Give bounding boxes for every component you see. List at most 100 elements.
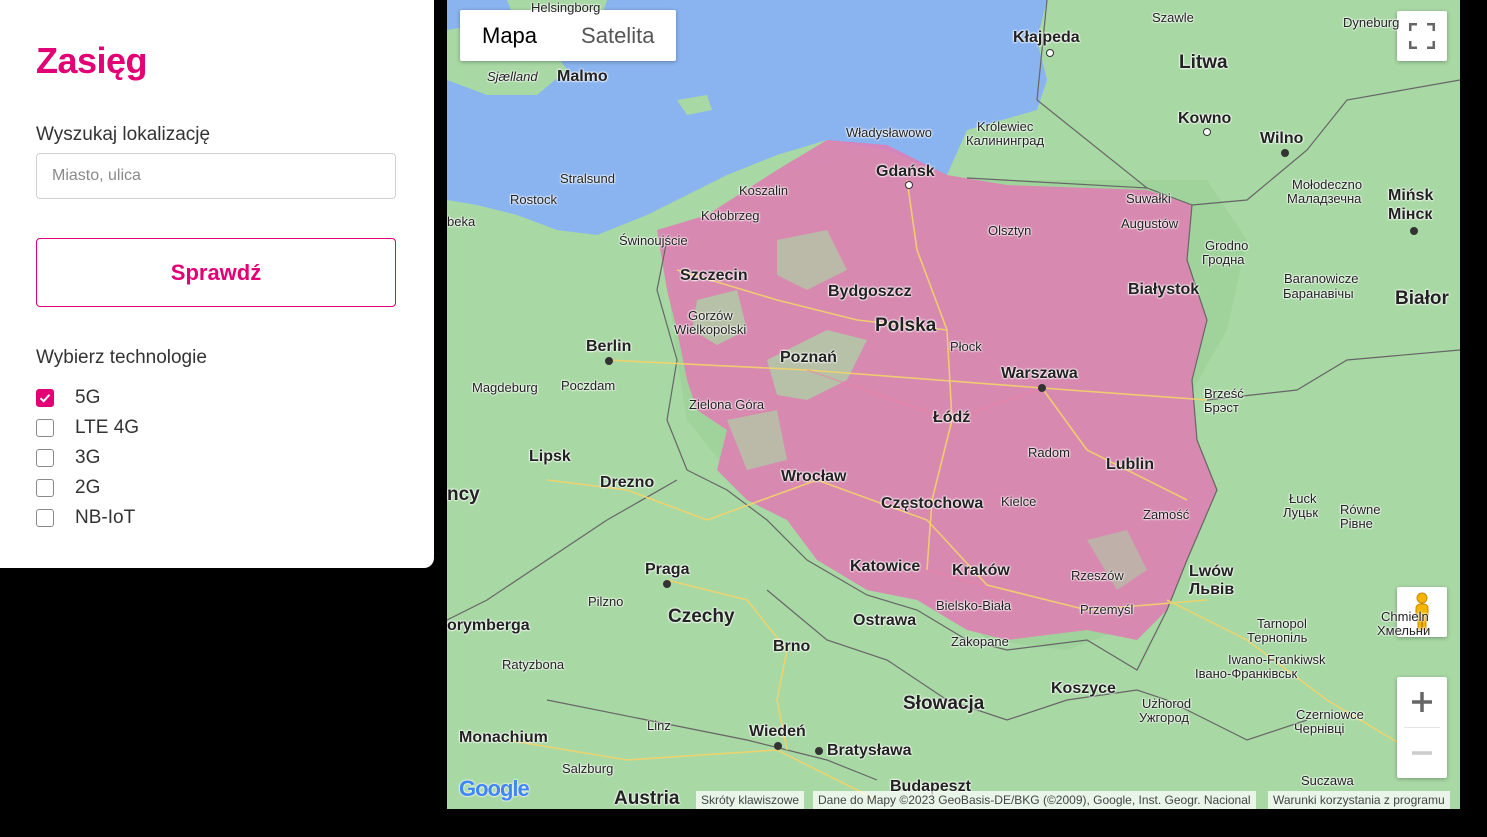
map-label: Berlin: [586, 338, 632, 355]
checkbox-2g[interactable]: [36, 479, 54, 497]
terms-link[interactable]: Warunki korzystania z programu: [1268, 791, 1450, 809]
tech-option-lte[interactable]: LTE 4G: [36, 413, 139, 443]
map-label: Szawle: [1152, 10, 1194, 25]
map-type-satellite[interactable]: Satelita: [559, 10, 676, 61]
map-label: Białystok: [1128, 281, 1200, 298]
map-label: Рівне: [1340, 516, 1373, 531]
fullscreen-button[interactable]: [1397, 11, 1447, 61]
map-label: Wilno: [1260, 130, 1304, 147]
map-label: Ostrawa: [853, 612, 917, 629]
map-label: Stralsund: [560, 171, 615, 186]
capital-dot: [1281, 149, 1289, 157]
map-label: Równe: [1340, 502, 1381, 517]
map-label: Хмельни: [1377, 623, 1431, 638]
checkbox-nbiot[interactable]: [36, 509, 54, 527]
checkbox-5g[interactable]: [36, 389, 54, 407]
tech-label-2g: 2G: [75, 477, 101, 498]
map-label: Linz: [647, 718, 671, 733]
technology-label: Wybierz technologie: [36, 347, 207, 368]
map-label: Dyneburg: [1343, 15, 1400, 30]
map-label: Szczecin: [680, 267, 748, 284]
google-logo[interactable]: Google: [459, 776, 530, 802]
map-label: Kołobrzeg: [701, 208, 760, 223]
plus-icon: [1412, 692, 1432, 712]
map-label: Chmieln: [1381, 609, 1429, 624]
capital-dot: [1038, 384, 1046, 392]
map-label: Калининград: [966, 133, 1045, 148]
map-label: Sjælland: [487, 69, 538, 84]
tech-option-nbiot[interactable]: NB-IoT: [36, 503, 139, 533]
map-label: Івано-Франківськ: [1195, 666, 1298, 681]
checkbox-lte[interactable]: [36, 419, 54, 437]
map-label: Zielona Góra: [689, 397, 765, 412]
map-canvas[interactable]: [447, 0, 1460, 809]
minus-icon: [1412, 751, 1432, 755]
map-label: Łódź: [933, 409, 971, 426]
capital-dot: [663, 580, 671, 588]
map-label: Warszawa: [1001, 365, 1078, 382]
map-label: Zakopane: [951, 634, 1009, 649]
search-input[interactable]: [36, 153, 396, 199]
google-logo-text: Google: [459, 776, 530, 801]
map-label: Чернівці: [1294, 721, 1345, 736]
tech-option-2g[interactable]: 2G: [36, 473, 139, 503]
technology-list: 5G LTE 4G 3G 2G NB-IoT: [36, 383, 139, 533]
tech-label-3g: 3G: [75, 447, 101, 468]
map-label: Kłajpeda: [1013, 29, 1080, 46]
map-label: beka: [447, 214, 476, 229]
capital-dot: [774, 742, 782, 750]
zoom-out-button[interactable]: [1397, 728, 1447, 778]
map-label: Гродна: [1202, 252, 1245, 267]
map-label: Poznań: [780, 349, 837, 366]
check-button[interactable]: Sprawdź: [36, 238, 396, 307]
keyboard-shortcuts-link[interactable]: Skróty klawiszowe: [696, 791, 805, 809]
city-dot: [1046, 49, 1054, 57]
map-label: Katowice: [850, 558, 921, 575]
map-type-control: Mapa Satelita: [460, 10, 677, 61]
check-icon: [39, 394, 51, 403]
map-label: Praga: [645, 561, 690, 578]
coverage-panel: Zasięg Wyszukaj lokalizację Sprawdź Wybi…: [0, 0, 434, 568]
map-label: Lublin: [1106, 456, 1154, 473]
map-label: Zamość: [1143, 507, 1190, 522]
map-label: Monachium: [459, 729, 548, 746]
map-label: Suczawa: [1301, 773, 1354, 788]
map-label: Bielsko-Biała: [936, 598, 1012, 613]
map-label: Przemyśl: [1080, 602, 1134, 617]
map-label: Białor: [1395, 288, 1449, 309]
map-label: Tarnopol: [1257, 616, 1307, 631]
map-label: Koszalin: [739, 183, 789, 198]
tech-label-lte: LTE 4G: [75, 417, 140, 438]
checkbox-3g[interactable]: [36, 449, 54, 467]
tech-label-5g: 5G: [75, 387, 101, 408]
map-label: Olsztyn: [988, 223, 1032, 238]
map-label: Radom: [1028, 445, 1070, 460]
map-label: Мінск: [1388, 206, 1433, 223]
map-label: Władysławowo: [846, 125, 932, 140]
map-label: Koszyce: [1051, 680, 1116, 697]
map-label: Львів: [1189, 581, 1235, 598]
coverage-map[interactable]: Mapa Satelita Helsingborg Szawle Dynebur…: [447, 0, 1460, 809]
tech-label-nbiot: NB-IoT: [75, 507, 136, 528]
map-label: Czechy: [668, 606, 735, 627]
map-label: Brno: [773, 638, 811, 655]
zoom-in-button[interactable]: [1397, 677, 1447, 727]
map-label: Lwów: [1189, 563, 1234, 580]
map-label: Pilzno: [588, 594, 624, 609]
map-label: Баранавічы: [1283, 286, 1354, 301]
map-label: Iwano-Frankiwsk: [1228, 652, 1326, 667]
zoom-control: [1397, 677, 1447, 778]
map-type-map[interactable]: Mapa: [460, 10, 559, 61]
map-label: Płock: [950, 339, 982, 354]
tech-option-5g[interactable]: 5G: [36, 383, 139, 413]
map-label: Kielce: [1001, 494, 1037, 509]
map-label: Wiedeń: [749, 723, 806, 740]
map-label: Lipsk: [529, 448, 571, 465]
map-label: Augustów: [1121, 216, 1179, 231]
map-label: Rostock: [510, 192, 557, 207]
search-label: Wyszukaj lokalizację: [36, 124, 211, 145]
tech-option-3g[interactable]: 3G: [36, 443, 139, 473]
map-label: Kowno: [1178, 110, 1232, 127]
city-dot: [905, 181, 913, 189]
map-label: Маладзечна: [1287, 191, 1362, 206]
